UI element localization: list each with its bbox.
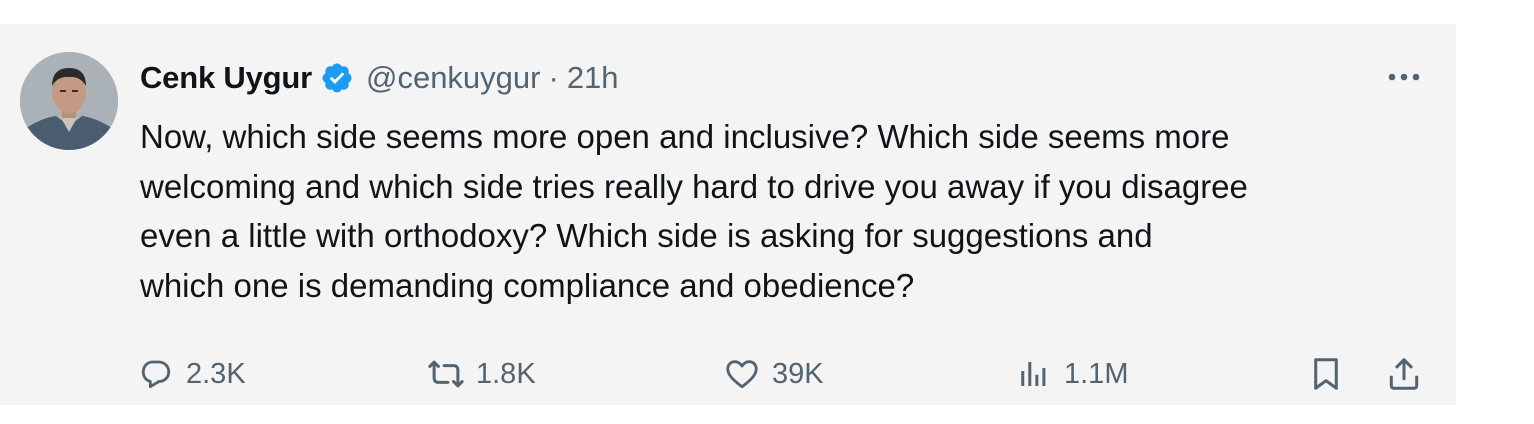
views-icon	[1014, 354, 1054, 394]
reply-button[interactable]: 2.3K	[136, 354, 246, 394]
views-count: 1.1M	[1064, 357, 1129, 390]
bookmark-button[interactable]	[1306, 354, 1346, 394]
repost-count: 1.8K	[476, 357, 536, 390]
share-icon	[1384, 354, 1424, 394]
separator-dot: ·	[548, 60, 559, 95]
tweet-text-line: which one is demanding compliance and ob…	[140, 266, 915, 304]
like-button[interactable]: 39K	[722, 354, 824, 394]
verified-badge-icon	[320, 61, 354, 95]
tweet-text-line: Now, which side seems more open and incl…	[140, 118, 1230, 155]
author-handle[interactable]: @cenkuygur	[366, 60, 541, 96]
tweet-card[interactable]: Cenk Uygur @cenkuygur · 21h Now, which s…	[0, 24, 1456, 405]
reply-icon	[136, 354, 176, 394]
tweet-header: Cenk Uygur @cenkuygur · 21h	[140, 56, 619, 100]
reply-count: 2.3K	[186, 357, 246, 390]
tweet-text-line: even a little with orthodoxy? Which side…	[140, 217, 1153, 254]
like-icon	[722, 354, 762, 394]
share-button[interactable]	[1384, 354, 1424, 394]
repost-button[interactable]: 1.8K	[426, 354, 536, 394]
repost-icon	[426, 354, 466, 394]
author-name[interactable]: Cenk Uygur	[140, 60, 312, 96]
views-button[interactable]: 1.1M	[1014, 354, 1128, 394]
like-count: 39K	[772, 357, 824, 390]
tweet-text-line: welcoming and which side tries really ha…	[140, 167, 1248, 205]
bookmark-icon	[1306, 354, 1346, 394]
tweet-text: Now, which side seems more open and incl…	[140, 112, 1440, 310]
timestamp[interactable]: 21h	[567, 60, 619, 96]
avatar[interactable]	[20, 52, 118, 150]
more-icon[interactable]	[1382, 62, 1426, 92]
